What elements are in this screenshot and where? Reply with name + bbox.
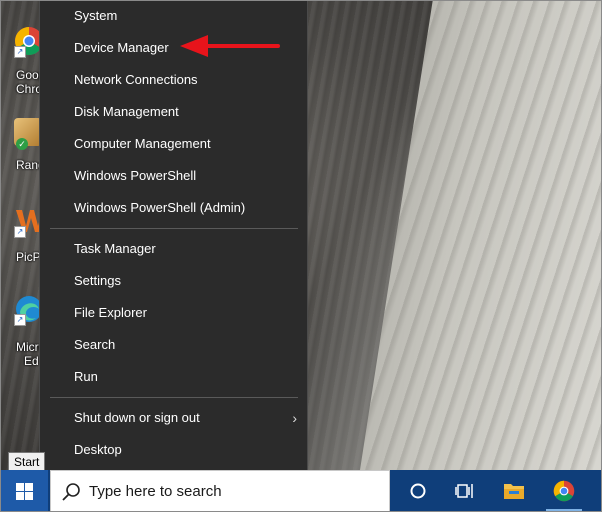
chevron-right-icon: › (292, 410, 297, 426)
menu-item-file-explorer[interactable]: File Explorer (40, 297, 307, 329)
menu-item-system[interactable]: System (40, 0, 307, 32)
search-placeholder: Type here to search (89, 483, 222, 500)
menu-item-search[interactable]: Search (40, 329, 307, 361)
menu-item-run[interactable]: Run (40, 361, 307, 393)
file-explorer-icon (504, 484, 524, 499)
task-view-button[interactable] (442, 470, 486, 512)
checkmark-icon: ✓ (16, 138, 28, 150)
menu-item-disk-management[interactable]: Disk Management (40, 96, 307, 128)
menu-separator (50, 228, 298, 229)
shortcut-arrow-icon: ↗ (14, 46, 26, 58)
shortcut-arrow-icon: ↗ (14, 314, 26, 326)
start-tooltip: Start (8, 452, 46, 472)
red-arrow-annotation-icon (180, 35, 280, 57)
chrome-icon (553, 480, 575, 502)
menu-separator (50, 397, 298, 398)
winx-context-menu: System Device Manager Network Connection… (39, 0, 308, 474)
menu-item-settings[interactable]: Settings (40, 265, 307, 297)
menu-item-desktop[interactable]: Desktop (40, 434, 307, 466)
desktop-icon-label: PicP (16, 250, 41, 264)
menu-item-windows-powershell-admin[interactable]: Windows PowerShell (Admin) (40, 192, 307, 224)
start-button[interactable] (0, 470, 48, 512)
file-explorer-taskbar-button[interactable] (492, 470, 536, 512)
menu-item-label: Shut down or sign out (74, 410, 200, 425)
shortcut-arrow-icon: ↗ (14, 226, 26, 238)
taskbar: Type here to search (0, 470, 602, 512)
menu-item-computer-management[interactable]: Computer Management (40, 128, 307, 160)
menu-item-task-manager[interactable]: Task Manager (40, 233, 307, 265)
menu-item-windows-powershell[interactable]: Windows PowerShell (40, 160, 307, 192)
desktop-icon-label: Ed (24, 354, 39, 368)
cortana-button[interactable] (396, 470, 440, 512)
taskbar-search-box[interactable]: Type here to search (50, 470, 390, 512)
windows-start-icon (16, 483, 33, 500)
chrome-taskbar-button[interactable] (542, 470, 586, 512)
search-icon (62, 483, 80, 501)
cortana-icon (410, 483, 426, 499)
menu-item-shut-down-or-sign-out[interactable]: Shut down or sign out › (40, 402, 307, 434)
menu-item-network-connections[interactable]: Network Connections (40, 64, 307, 96)
task-view-icon (455, 484, 473, 498)
